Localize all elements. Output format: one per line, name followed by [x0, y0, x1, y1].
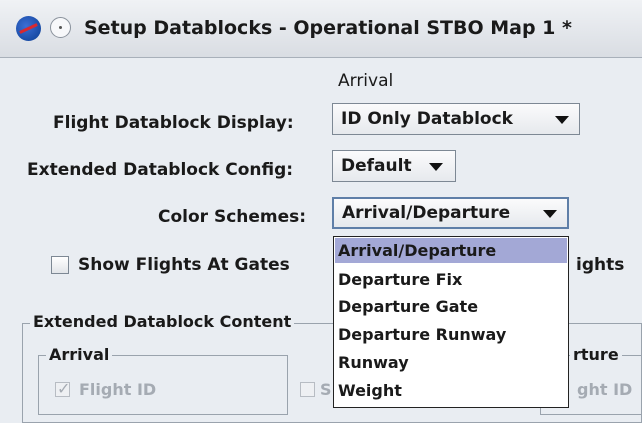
combo-value: Default — [341, 156, 412, 176]
checkmark-icon: ✓ — [57, 379, 71, 398]
color-schemes-label: Color Schemes: — [158, 207, 307, 227]
dropdown-option-weight[interactable]: Weight — [335, 378, 567, 403]
flight-id-label: Flight ID — [79, 380, 157, 399]
chevron-down-icon — [555, 116, 569, 124]
middle-partial-label: S — [320, 380, 332, 399]
flight-datablock-display-combo[interactable]: ID Only Datablock — [332, 103, 580, 135]
combo-value: Arrival/Departure — [342, 203, 511, 223]
color-schemes-dropdown-list[interactable]: Arrival/Departure Departure Fix Departur… — [333, 236, 569, 408]
chevron-down-icon — [429, 163, 443, 171]
show-flights-at-gates-checkbox[interactable] — [51, 256, 69, 274]
dropdown-option-departure-gate[interactable]: Departure Gate — [335, 294, 567, 319]
middle-checkbox[interactable] — [300, 382, 315, 397]
combo-value: ID Only Datablock — [341, 109, 513, 129]
dropdown-option-departure-runway[interactable]: Departure Runway — [335, 322, 567, 347]
dropdown-option-runway[interactable]: Runway — [335, 350, 567, 375]
dropdown-option-departure-fix[interactable]: Departure Fix — [335, 267, 567, 292]
extended-datablock-config-combo[interactable]: Default — [332, 150, 456, 182]
arrival-group — [38, 355, 288, 415]
arrival-column-header: Arrival — [338, 71, 394, 91]
flight-datablock-display-label: Flight Datablock Display: — [53, 113, 294, 133]
window-title: Setup Datablocks - Operational STBO Map … — [84, 17, 572, 39]
extended-datablock-config-label: Extended Datablock Config: — [27, 160, 294, 180]
extended-datablock-content-title: Extended Datablock Content — [30, 312, 295, 331]
title-bar[interactable]: Setup Datablocks - Operational STBO Map … — [0, 0, 642, 58]
nasa-logo-icon — [16, 16, 41, 41]
color-schemes-combo[interactable]: Arrival/Departure — [332, 197, 569, 229]
chevron-down-icon — [543, 210, 557, 218]
departure-group-title: rture — [570, 345, 622, 364]
dropdown-option-arrival-departure[interactable]: Arrival/Departure — [335, 238, 567, 263]
show-flights-trailing-text: ights — [576, 255, 625, 275]
show-flights-at-gates-label: Show Flights At Gates — [78, 255, 290, 275]
window-menu-button[interactable] — [50, 17, 71, 38]
arrival-group-title: Arrival — [46, 345, 113, 364]
departure-flight-id-label: ght ID — [577, 380, 633, 399]
